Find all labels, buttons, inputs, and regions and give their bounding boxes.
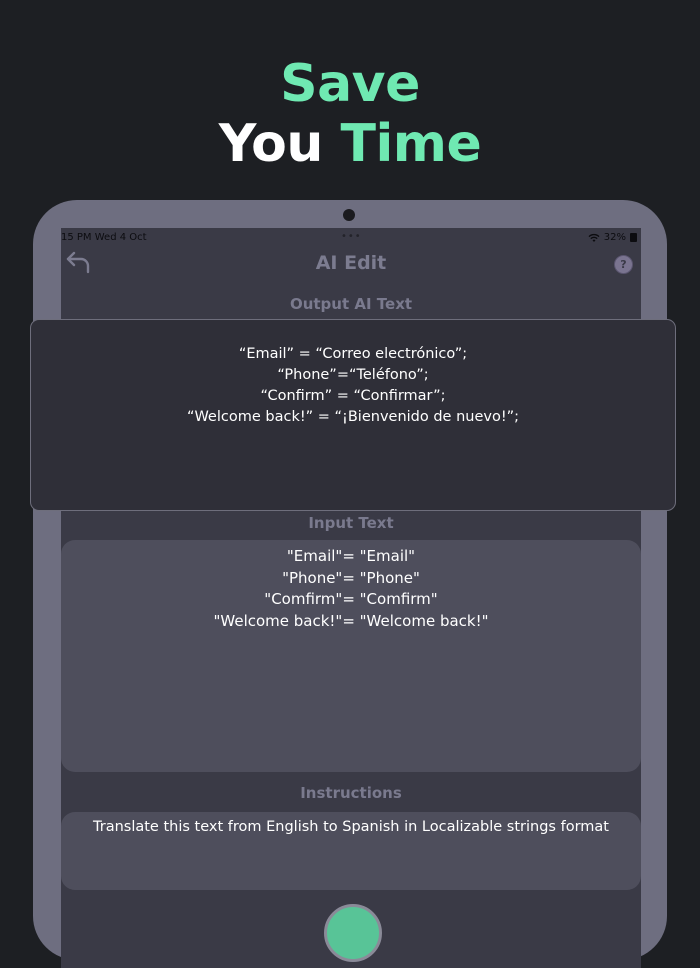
page-title: AI Edit (315, 252, 387, 274)
wifi-icon (588, 233, 600, 242)
tablet-frame: 15 PM Wed 4 Oct ••• 32% AI Edit ? Output… (33, 200, 667, 968)
status-time-date: 15 PM Wed 4 Oct (61, 232, 147, 243)
input-line: "Phone"= "Phone" (282, 568, 420, 587)
output-line: “Confirm” = “Confirmar”; (260, 388, 446, 404)
headline-you-time: You Time (0, 114, 700, 174)
battery-icon (630, 233, 637, 242)
input-text-area[interactable]: "Email"= "Email" "Phone"= "Phone" "Comfi… (61, 540, 641, 772)
output-line: “Phone”=“Teléfono”; (277, 367, 429, 383)
input-label: Input Text (308, 514, 394, 532)
output-line: “Email” = “Correo electrónico”; (238, 346, 468, 362)
brain-icon[interactable] (324, 904, 382, 962)
input-line: "Welcome back!"= "Welcome back!" (213, 611, 489, 630)
camera-icon (343, 209, 355, 221)
instructions-field[interactable]: Translate this text from English to Span… (61, 812, 641, 890)
instructions-label: Instructions (300, 784, 402, 802)
output-line: “Welcome back!” = “¡Bienvenido de nuevo!… (186, 409, 520, 425)
instructions-text: Translate this text from English to Span… (93, 819, 609, 835)
status-right: 32% (588, 232, 637, 243)
output-ai-text-card: “Email” = “Correo electrónico”; “Phone”=… (30, 319, 676, 511)
input-line: "Comfirm"= "Comfirm" (264, 590, 438, 608)
multitask-dots[interactable]: ••• (341, 231, 362, 242)
headline-time: Time (340, 114, 482, 174)
headline-save: Save (280, 54, 420, 114)
help-icon[interactable]: ? (614, 255, 633, 274)
headline-you: You (218, 114, 324, 174)
battery-percent: 32% (603, 232, 626, 243)
output-label: Output AI Text (289, 295, 413, 313)
input-line: "Email"= "Email" (286, 547, 416, 565)
